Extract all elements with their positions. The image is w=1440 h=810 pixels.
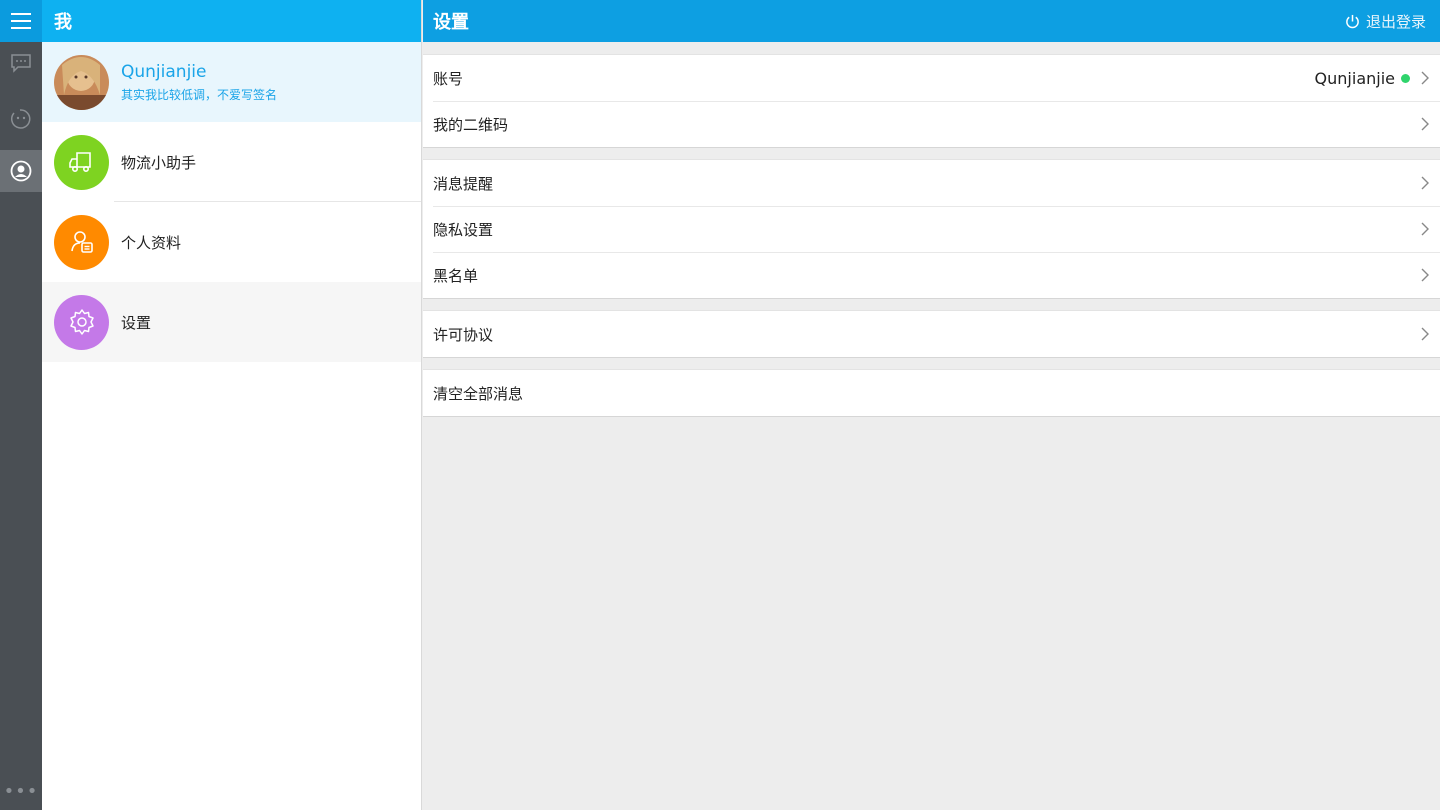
nav-rail: ••• — [0, 0, 42, 810]
avatar — [54, 54, 109, 110]
truck-icon — [54, 134, 109, 190]
profile-signature: 其实我比较低调，不爱写签名 — [121, 87, 278, 102]
settings-panel: 设置 退出登录 账号 Qunjianjie 我的二维码 消息提醒 隐私设置 黑名… — [423, 0, 1440, 810]
hamburger-icon — [11, 13, 31, 29]
logout-label: 退出登录 — [1365, 12, 1426, 31]
profile-name: Qunjianjie — [121, 61, 207, 82]
row-label: 黑名单 — [433, 266, 479, 285]
chat-icon — [11, 54, 31, 73]
online-status-icon — [1401, 73, 1410, 83]
row-label: 账号 — [433, 69, 464, 88]
settings-group-license: 许可协议 — [423, 310, 1440, 358]
chevron-right-icon — [1421, 117, 1429, 131]
rail-item-me[interactable] — [0, 150, 42, 192]
menu-label-settings: 设置 — [121, 313, 152, 332]
settings-group-account: 账号 Qunjianjie 我的二维码 — [423, 54, 1440, 148]
chevron-right-icon — [1421, 176, 1429, 190]
logout-button[interactable]: 退出登录 — [1345, 11, 1426, 32]
rail-item-discover[interactable] — [0, 98, 42, 140]
row-label: 清空全部消息 — [433, 384, 524, 403]
chevron-right-icon — [1421, 327, 1429, 341]
row-label: 隐私设置 — [433, 220, 494, 239]
emoji-icon — [11, 109, 31, 129]
row-account[interactable]: 账号 Qunjianjie — [423, 55, 1440, 101]
power-icon — [1346, 14, 1359, 28]
menu-item-settings[interactable]: 设置 — [42, 282, 421, 362]
settings-group-clear: 清空全部消息 — [423, 369, 1440, 417]
menu-label-logistics: 物流小助手 — [121, 153, 197, 172]
row-label: 我的二维码 — [433, 115, 509, 134]
settings-group-notifications: 消息提醒 隐私设置 黑名单 — [423, 159, 1440, 299]
rail-item-chat[interactable] — [0, 42, 42, 84]
me-header: 我 — [42, 0, 421, 42]
chevron-right-icon — [1421, 71, 1429, 85]
row-label: 消息提醒 — [433, 174, 494, 193]
menu-item-logistics[interactable]: 物流小助手 — [42, 122, 421, 202]
page-title: 设置 — [433, 12, 469, 33]
chevron-right-icon — [1421, 268, 1429, 282]
row-label: 许可协议 — [433, 325, 494, 344]
row-clear-messages[interactable]: 清空全部消息 — [423, 370, 1440, 416]
chevron-right-icon — [1421, 222, 1429, 236]
more-icon[interactable]: ••• — [0, 781, 42, 802]
row-qrcode[interactable]: 我的二维码 — [423, 101, 1440, 147]
menu-button[interactable] — [0, 0, 42, 42]
me-panel: 我 Qunjianjie 其实我比较低调，不爱写签名 物流小助手 个人资料 设置 — [42, 0, 422, 810]
row-blacklist[interactable]: 黑名单 — [423, 252, 1440, 298]
row-license[interactable]: 许可协议 — [423, 311, 1440, 357]
account-value: Qunjianjie — [1314, 68, 1395, 88]
row-privacy[interactable]: 隐私设置 — [423, 206, 1440, 252]
row-notifications[interactable]: 消息提醒 — [423, 160, 1440, 206]
contact-icon — [10, 160, 32, 182]
profile-card[interactable]: Qunjianjie 其实我比较低调，不爱写签名 — [42, 42, 421, 122]
profile-card-icon — [54, 214, 109, 270]
settings-header: 设置 退出登录 — [423, 0, 1440, 42]
menu-label-profile: 个人资料 — [121, 233, 182, 252]
gear-icon — [54, 294, 109, 350]
menu-item-profile[interactable]: 个人资料 — [42, 202, 421, 282]
